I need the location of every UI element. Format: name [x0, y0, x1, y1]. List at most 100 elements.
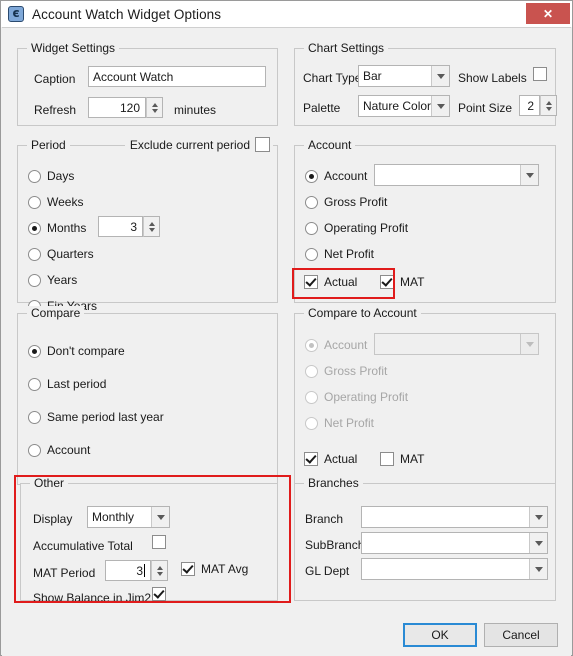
period-option-label: Months [47, 221, 87, 235]
radio-icon [28, 221, 41, 235]
compare-account-option-label: Operating Profit [324, 390, 409, 404]
ok-button[interactable]: OK [403, 623, 477, 647]
chevron-down-icon[interactable] [520, 334, 538, 354]
gl-dept-combo[interactable] [361, 558, 548, 580]
subbranch-combo[interactable] [361, 532, 548, 554]
checkbox-icon [181, 562, 195, 576]
exclude-current-period[interactable]: Exclude current period [124, 137, 273, 152]
compare-radio-last-period[interactable]: Last period [28, 377, 106, 391]
account-combo[interactable] [374, 164, 539, 186]
compare-account-actual-checkbox[interactable]: Actual [304, 452, 357, 466]
compare-account-radio-net-profit[interactable]: Net Profit [305, 416, 374, 430]
radio-icon [28, 344, 41, 358]
chart-settings-group: Chart Settings Chart Type Bar Show Label… [294, 41, 557, 126]
spinner-up-icon[interactable] [156, 565, 163, 570]
compare-to-account-legend: Compare to Account [304, 306, 421, 320]
refresh-units-label: minutes [174, 103, 217, 117]
period-option-label: Years [47, 273, 78, 287]
account-actual-checkbox[interactable]: Actual [304, 275, 357, 289]
app-icon: є [8, 6, 24, 22]
show-balance-checkbox[interactable] [152, 587, 166, 601]
other-legend: Other [30, 476, 69, 490]
palette-combo[interactable]: Nature Colors [358, 95, 450, 117]
account-radio-operating-profit[interactable]: Operating Profit [305, 221, 408, 235]
checkbox-icon [533, 67, 547, 81]
account-radio-account[interactable]: Account [305, 169, 367, 183]
refresh-spinner[interactable] [146, 97, 163, 118]
compare-option-label: Same period last year [47, 410, 164, 424]
show-labels-checkbox[interactable] [533, 67, 547, 81]
compare-option-label: Last period [47, 377, 107, 391]
period-radio-years[interactable]: Years [28, 273, 77, 287]
compare-account-radio-account[interactable]: Account [305, 338, 367, 352]
show-balance-label: Show Balance in Jim2 [33, 591, 152, 605]
compare-option-label: Account [47, 443, 91, 457]
spinner-up-icon[interactable] [148, 221, 155, 226]
cancel-button[interactable]: Cancel [484, 623, 558, 647]
account-mat-checkbox[interactable]: MAT [380, 275, 424, 289]
spinner-down-icon[interactable] [151, 108, 158, 113]
compare-account-radio-gross-profit[interactable]: Gross Profit [305, 364, 387, 378]
compare-account-option-label: Net Profit [324, 416, 375, 430]
mat-period-spinner[interactable] [151, 560, 168, 581]
period-radio-weeks[interactable]: Weeks [28, 195, 83, 209]
months-count-spinner[interactable] [143, 216, 160, 237]
checkbox-icon [255, 137, 270, 152]
radio-icon [305, 169, 318, 183]
caption-input[interactable]: Account Watch [88, 66, 266, 87]
display-combo[interactable]: Monthly [87, 506, 170, 528]
period-option-label: Quarters [47, 247, 94, 261]
compare-radio-account[interactable]: Account [28, 443, 90, 457]
mat-period-input[interactable]: 3 [105, 560, 151, 581]
compare-account-combo[interactable] [374, 333, 539, 355]
checkbox-icon [380, 275, 394, 289]
text-caret [144, 564, 145, 577]
accumulative-total-checkbox[interactable] [152, 535, 166, 549]
radio-icon [305, 390, 318, 404]
point-size-input[interactable]: 2 [519, 95, 540, 116]
months-count-input[interactable]: 3 [98, 216, 143, 237]
compare-account-mat-checkbox[interactable]: MAT [380, 452, 424, 466]
chevron-down-icon[interactable] [520, 165, 538, 185]
radio-icon [28, 169, 41, 183]
chevron-down-icon[interactable] [431, 96, 449, 116]
chart-type-combo[interactable]: Bar [358, 65, 450, 87]
account-radio-gross-profit[interactable]: Gross Profit [305, 195, 387, 209]
branch-combo[interactable] [361, 506, 548, 528]
chevron-down-icon[interactable] [529, 507, 547, 527]
chart-settings-legend: Chart Settings [304, 41, 389, 55]
close-button[interactable]: ✕ [526, 3, 570, 24]
period-radio-days[interactable]: Days [28, 169, 74, 183]
refresh-input[interactable]: 120 [88, 97, 146, 118]
period-option-label: Days [47, 169, 75, 183]
spinner-up-icon[interactable] [545, 100, 552, 105]
chevron-down-icon[interactable] [529, 533, 547, 553]
account-radio-net-profit[interactable]: Net Profit [305, 247, 374, 261]
mat-avg-checkbox[interactable]: MAT Avg [181, 562, 248, 576]
period-radio-months[interactable]: Months [28, 221, 86, 235]
chevron-down-icon[interactable] [431, 66, 449, 86]
spinner-down-icon[interactable] [148, 227, 155, 232]
branch-label: Branch [305, 512, 344, 526]
checkbox-icon [152, 535, 166, 549]
refresh-label: Refresh [34, 103, 77, 117]
checkbox-icon [152, 587, 166, 601]
spinner-down-icon[interactable] [156, 571, 163, 576]
spinner-up-icon[interactable] [151, 102, 158, 107]
chart-type-label: Chart Type [303, 71, 362, 85]
point-size-spinner[interactable] [540, 95, 557, 116]
compare-radio-same-period-last-year[interactable]: Same period last year [28, 410, 164, 424]
radio-icon [305, 416, 318, 430]
accumulative-total-label: Accumulative Total [33, 539, 133, 553]
compare-account-radio-operating-profit[interactable]: Operating Profit [305, 390, 408, 404]
exclude-current-period-checkbox[interactable] [255, 137, 270, 152]
chevron-down-icon[interactable] [151, 507, 169, 527]
widget-settings-group: Widget Settings Caption Account Watch Re… [17, 41, 278, 126]
account-option-label: Account [324, 169, 368, 183]
radio-icon [305, 338, 318, 352]
chevron-down-icon[interactable] [529, 559, 547, 579]
mat-period-label: MAT Period [33, 566, 96, 580]
spinner-down-icon[interactable] [545, 106, 552, 111]
compare-radio-dont-compare[interactable]: Don't compare [28, 344, 125, 358]
period-radio-quarters[interactable]: Quarters [28, 247, 94, 261]
